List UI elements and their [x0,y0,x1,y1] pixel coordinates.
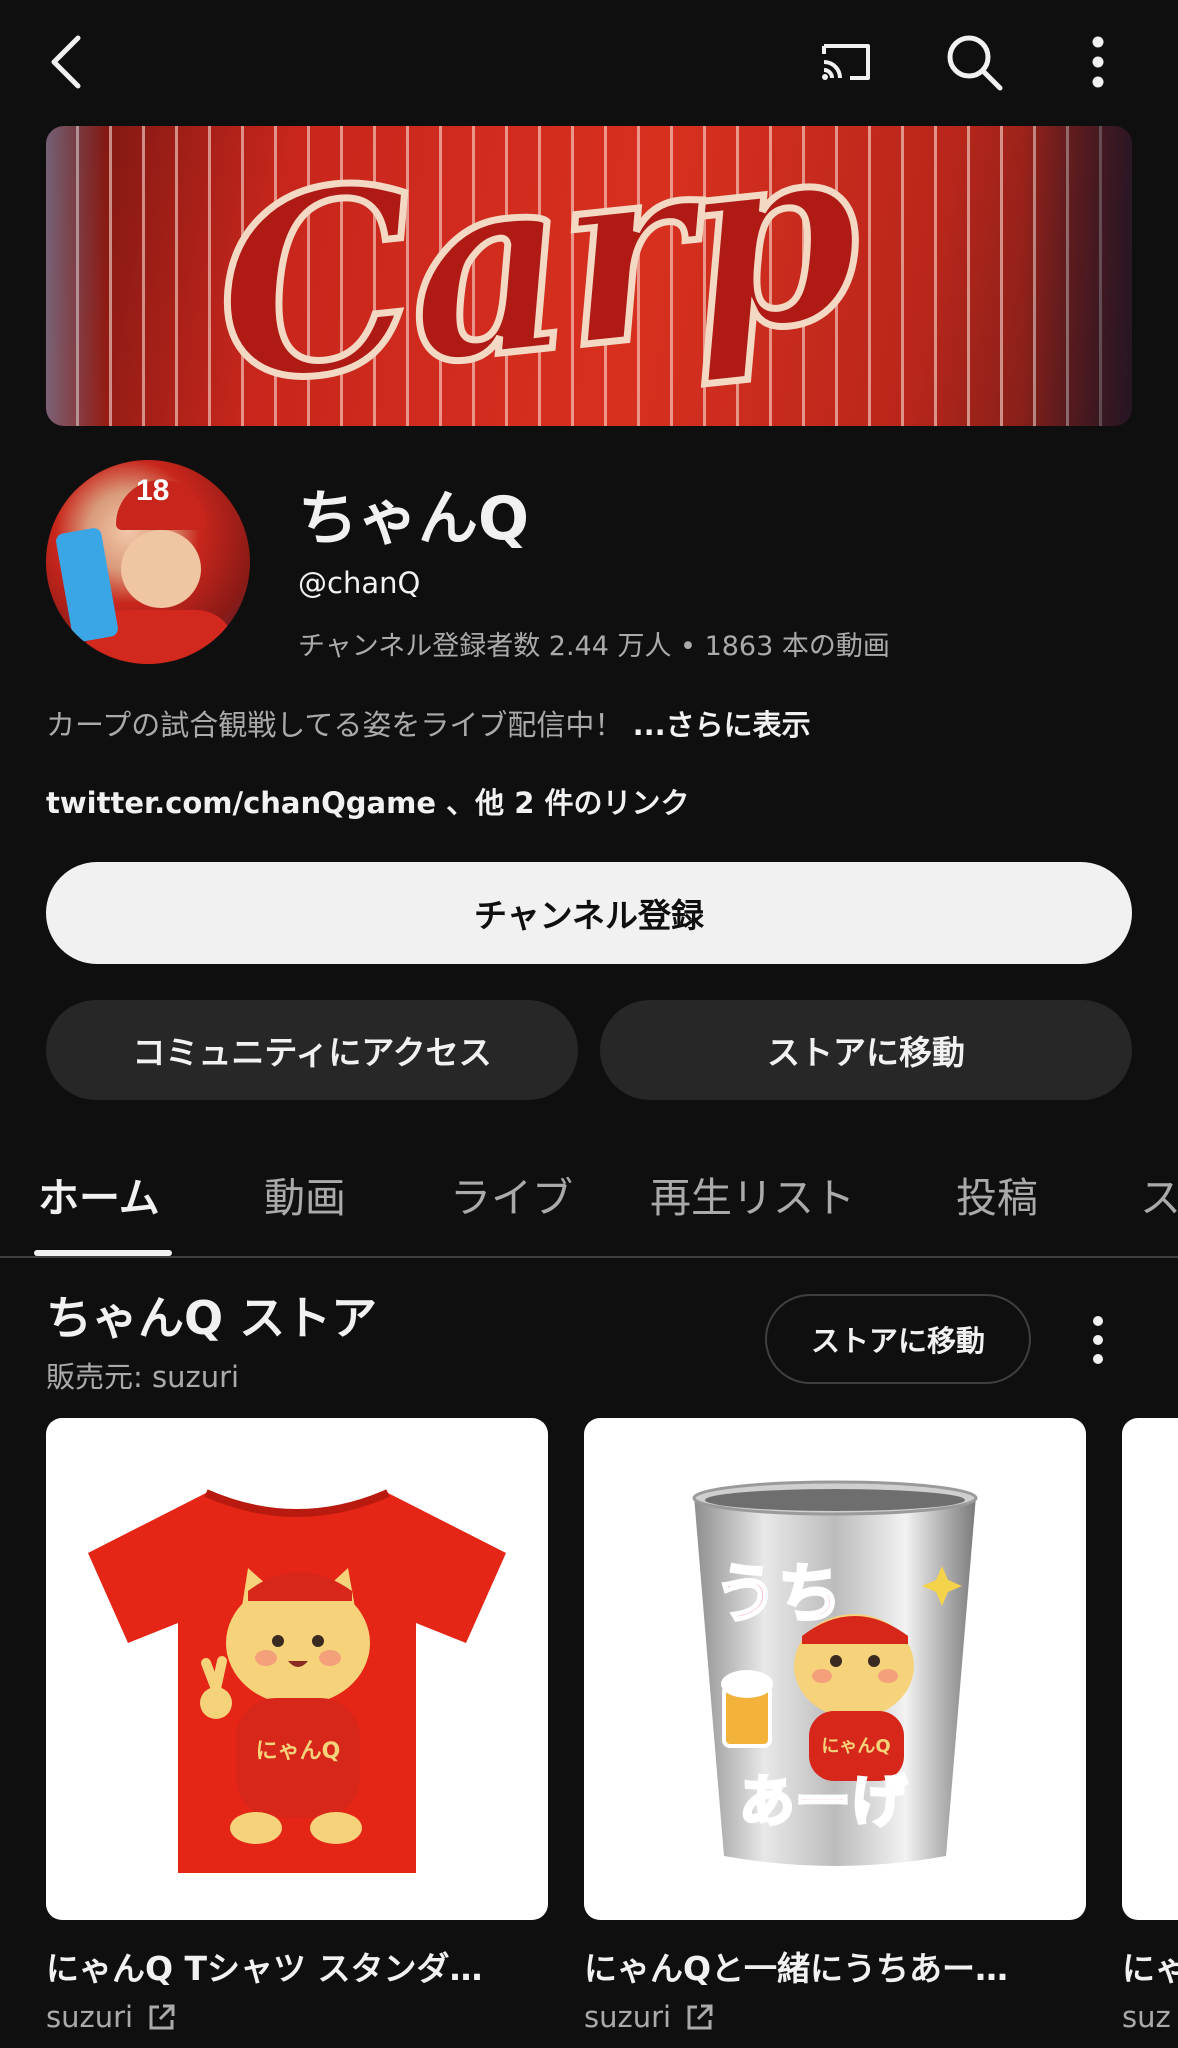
channel-avatar[interactable]: 18 [46,460,250,664]
banner-shade-left [46,126,106,426]
tumbler-image: うち にゃんQ あーげ [692,1480,978,1866]
store-more-button[interactable] [1068,1310,1128,1370]
community-button[interactable]: コミュニティにアクセス [46,1000,578,1100]
channel-handle: @chanQ [298,566,421,600]
more-vertical-icon [1092,36,1104,88]
back-button[interactable] [36,30,100,94]
active-tab-indicator [34,1250,172,1256]
channel-links[interactable]: twitter.com/chanQgame 、他 2 件のリンク [46,780,689,822]
store-section-title: ちゃんQ ストア [46,1291,378,1345]
go-to-store-button[interactable]: ストアに移動 [600,1000,1132,1100]
tab-playlists[interactable]: 再生リスト [650,1164,855,1224]
top-app-bar [0,0,1178,124]
tab-home[interactable]: ホーム [38,1164,160,1224]
store-seller: 販売元: suzuri [46,1360,240,1394]
product-card[interactable]: にゃ suz [1122,1418,1178,2034]
tshirt-image: にゃんQ [88,1489,506,1873]
avatar-face [121,530,201,608]
banner-shade-right [1022,126,1132,426]
search-icon [947,35,1003,91]
channel-banner: Carp [46,126,1132,426]
more-vertical-icon [1093,1316,1103,1364]
product-title[interactable]: にゃ [1122,1942,1178,1990]
tab-videos[interactable]: 動画 [264,1164,346,1224]
banner-logo-text: Carp [199,126,869,426]
product-title[interactable]: にゃんQ Tシャツ スタンダ… [46,1942,548,1990]
channel-description[interactable]: カープの試合観戦してる姿をライブ配信中！ ...さらに表示 [46,702,811,744]
subscribe-button[interactable]: チャンネル登録 [46,862,1132,964]
channel-name: ちゃんQ [298,484,530,554]
tab-store[interactable]: ス [1140,1164,1178,1224]
product-thumbnail[interactable] [1122,1418,1178,1920]
external-link-icon [687,2004,713,2030]
external-link-icon [149,2004,175,2030]
avatar-cup [54,526,120,644]
store-goto-button[interactable]: ストアに移動 [765,1294,1031,1384]
channel-page: Carp 18 ちゃんQ @chanQ チャンネル登録者数 2.44 万人 • … [0,0,1178,2048]
product-card[interactable]: にゃんQ にゃんQ Tシャツ スタンダ… suzuri [46,1418,548,2034]
search-button[interactable] [942,30,1006,94]
product-seller: suz [1122,2000,1178,2034]
tumbler-text-top: うち [714,1558,842,1632]
cast-button[interactable] [814,30,878,94]
tab-live[interactable]: ライブ [450,1164,573,1224]
tab-posts[interactable]: 投稿 [956,1164,1038,1224]
channel-tabs: ホーム 動画 ライブ 再生リスト 投稿 ス [0,1120,1178,1258]
show-more-link[interactable]: ...さらに表示 [633,708,811,742]
cast-icon [822,44,870,80]
product-title[interactable]: にゃんQと一緒にうちあー… [584,1942,1086,1990]
product-thumbnail[interactable]: うち にゃんQ あーげ [584,1418,1086,1920]
description-text: カープの試合観戦してる姿をライブ配信中！ [46,708,624,742]
product-seller: suzuri [584,2000,1086,2034]
product-card[interactable]: うち にゃんQ あーげ にゃんQと一緒にうちあー… suzuri [584,1418,1086,2034]
seller-name: suzuri [584,2000,672,2034]
chevron-left-icon [51,35,81,89]
product-thumbnail[interactable]: にゃんQ [46,1418,548,1920]
seller-name: suzuri [46,2000,134,2034]
tumbler-label: にゃんQ [821,1736,890,1757]
channel-stats: チャンネル登録者数 2.44 万人 • 1863 本の動画 [298,631,890,662]
tshirt-print-text: にゃんQ [256,1739,341,1764]
avatar-jersey-number: 18 [136,474,170,507]
tumbler-text-bottom: あーげ [739,1770,907,1835]
more-options-button[interactable] [1066,30,1130,94]
seller-name: suz [1122,2000,1171,2034]
product-seller: suzuri [46,2000,548,2034]
